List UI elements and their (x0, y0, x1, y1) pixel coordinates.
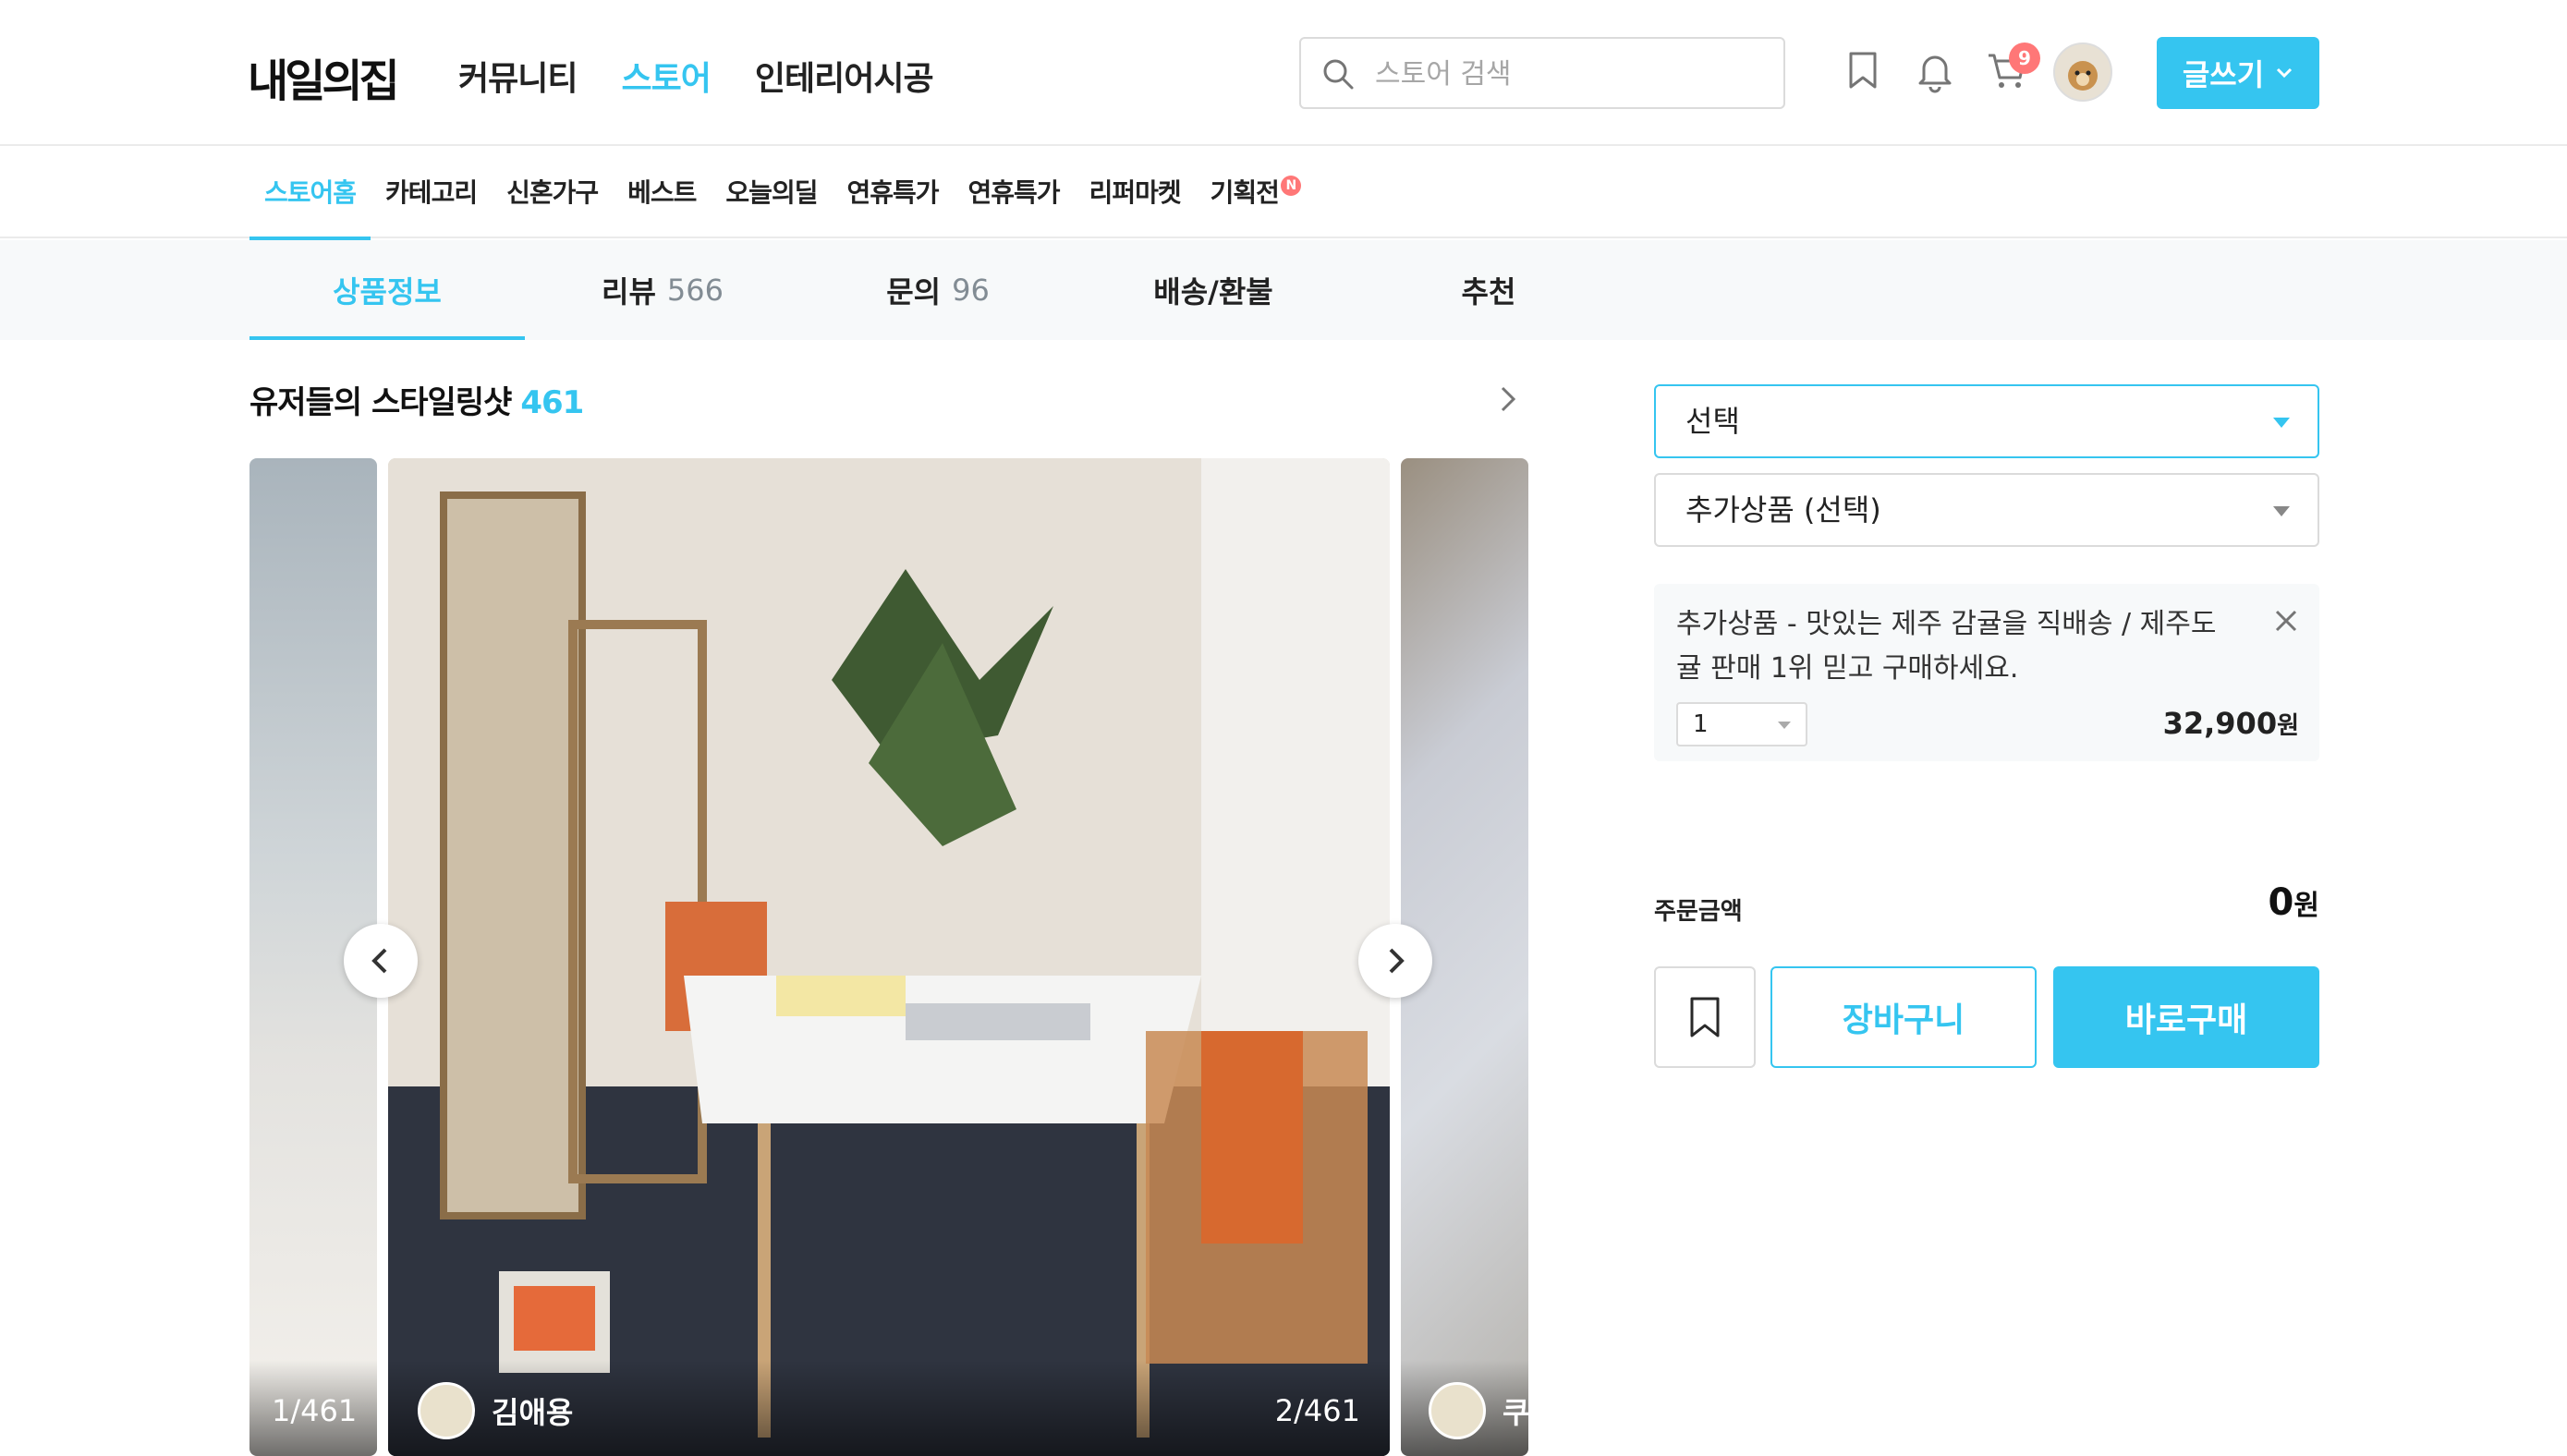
search-box[interactable] (1299, 37, 1785, 109)
shot-counter: 1/461 (272, 1393, 358, 1428)
shot-user[interactable]: 김애용 (418, 1382, 573, 1439)
quantity-select[interactable]: 1 (1676, 702, 1807, 746)
main-nav: 커뮤니티 스토어 인테리어시공 (458, 52, 934, 100)
write-label: 글쓰기 (2182, 57, 2265, 92)
tab-count: 566 (666, 273, 724, 308)
cart-count-badge: 9 (2009, 42, 2040, 74)
nav-store[interactable]: 스토어 (621, 52, 711, 100)
option-select-value: 선택 (1685, 404, 1740, 439)
carousel-next-button[interactable] (1358, 924, 1432, 998)
tab-recommend[interactable]: 추천 (1351, 240, 1626, 340)
quantity-value: 1 (1693, 710, 1709, 738)
tab-label: 추천 (1461, 274, 1516, 309)
order-total-unit: 원 (2293, 890, 2319, 922)
product-tabs: 상품정보 리뷰 566 문의 96 배송/환불 추천 (0, 240, 2567, 340)
close-icon[interactable] (2271, 606, 2301, 636)
logo[interactable]: 내일의집 (248, 44, 400, 109)
subnav-store-home[interactable]: 스토어홈 (249, 148, 371, 240)
tab-inquiries[interactable]: 문의 96 (800, 240, 1076, 340)
selected-option-price: 32,900원 (2163, 706, 2299, 741)
user-avatar (1429, 1382, 1486, 1439)
caret-down-icon (1778, 722, 1791, 729)
tab-shipping-refund[interactable]: 배송/환불 (1076, 240, 1351, 340)
tab-label: 리뷰 (602, 274, 656, 309)
option-select[interactable]: 선택 (1654, 384, 2319, 458)
chevron-down-icon (2277, 67, 2293, 79)
addon-select[interactable]: 추가상품 (선택) (1654, 473, 2319, 547)
chevron-left-icon (371, 948, 387, 974)
shot-counter: 2/461 (1274, 1393, 1360, 1428)
tab-label: 상품정보 (333, 274, 442, 309)
styling-title-text: 유저들의 스타일링샷 (249, 384, 512, 421)
store-subnav: 스토어홈 카테고리 신혼가구 베스트 오늘의딜 연휴특가 연휴특가 리퍼마켓 기… (0, 148, 2567, 240)
subnav-exhibition-label: 기획전 (1210, 177, 1280, 208)
subnav-todays-deal[interactable]: 오늘의딜 (711, 148, 832, 238)
shot-username: 김애용 (492, 1395, 574, 1430)
subnav-holiday-sale-2[interactable]: 연휴특가 (954, 148, 1075, 238)
bookmark-icon (1690, 997, 1720, 1037)
price-unit: 원 (2277, 712, 2299, 740)
styling-carousel: 1/461 김애용 2/461 쿠 (249, 458, 1528, 1456)
styling-shot[interactable]: 김애용 2/461 (388, 458, 1390, 1456)
dog-avatar-icon (2068, 61, 2098, 91)
chevron-right-icon (1389, 948, 1405, 974)
subnav-category[interactable]: 카테고리 (371, 148, 492, 238)
write-button[interactable]: 글쓰기 (2157, 37, 2319, 109)
order-amount-label: 주문금액 (1654, 898, 1743, 926)
caret-down-icon (2273, 506, 2290, 516)
order-amount: 0원 (2218, 881, 2319, 924)
styling-count: 461 (520, 384, 584, 421)
bookmark-button[interactable] (1654, 966, 1756, 1068)
tab-reviews[interactable]: 리뷰 566 (525, 240, 800, 340)
new-badge: N (1280, 176, 1301, 196)
shot-user[interactable]: 쿠 (1429, 1382, 1528, 1439)
carousel-prev-button[interactable] (344, 924, 418, 998)
price-value: 32,900 (2162, 706, 2278, 741)
add-to-cart-button[interactable]: 장바구니 (1770, 966, 2037, 1068)
addon-select-value: 추가상품 (선택) (1685, 492, 1881, 528)
selected-option-name: 추가상품 - 맛있는 제주 감귤을 직배송 / 제주도 귤 판매 1위 믿고 구… (1676, 608, 2217, 685)
subnav-holiday-sale[interactable]: 연휴특가 (832, 148, 953, 238)
selected-option-card: 추가상품 - 맛있는 제주 감귤을 직배송 / 제주도 귤 판매 1위 믿고 구… (1654, 584, 2319, 761)
nav-community[interactable]: 커뮤니티 (458, 52, 578, 100)
bell-icon[interactable] (1911, 46, 1959, 94)
tab-label: 문의 (886, 274, 942, 309)
user-avatar (418, 1382, 475, 1439)
search-input[interactable] (1375, 48, 1763, 100)
search-icon (1323, 59, 1354, 90)
styling-shots-title: 유저들의 스타일링샷 461 (249, 377, 584, 422)
tab-count: 96 (952, 273, 990, 308)
caret-down-icon (2273, 418, 2290, 428)
tab-product-info[interactable]: 상품정보 (249, 240, 525, 340)
tab-label: 배송/환불 (1153, 274, 1273, 309)
subnav-wedding-furniture[interactable]: 신혼가구 (492, 148, 613, 238)
top-header: 내일의집 커뮤니티 스토어 인테리어시공 9 글쓰기 (0, 0, 2567, 146)
buy-now-button[interactable]: 바로구매 (2053, 966, 2319, 1068)
subnav-exhibition[interactable]: 기획전 N (1196, 148, 1316, 238)
shot-username: 쿠 (1502, 1395, 1528, 1430)
user-avatar[interactable] (2053, 42, 2112, 102)
chevron-right-icon[interactable] (1491, 382, 1525, 416)
subnav-refurb-market[interactable]: 리퍼마켓 (1075, 148, 1196, 238)
bookmark-icon[interactable] (1839, 46, 1887, 94)
nav-interior[interactable]: 인테리어시공 (755, 52, 934, 100)
room-photo (388, 458, 1390, 1456)
order-total-value: 0 (2268, 881, 2294, 924)
subnav-best[interactable]: 베스트 (613, 148, 711, 238)
